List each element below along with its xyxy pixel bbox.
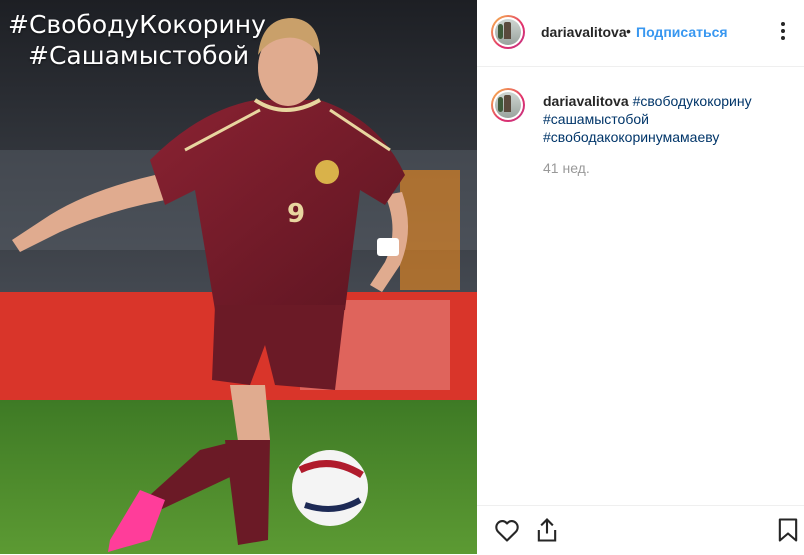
jersey-number: 9 <box>287 199 305 229</box>
avatar-image <box>495 92 521 118</box>
more-dots-icon[interactable] <box>778 20 788 44</box>
avatar-pillar-shape <box>504 95 511 112</box>
avatar-ring <box>493 90 523 120</box>
follow-button[interactable]: Подписаться <box>636 24 728 40</box>
more-dot <box>781 36 785 40</box>
hashtag-link[interactable]: #свободакокоринумамаеву <box>543 129 719 145</box>
more-dot <box>781 29 785 33</box>
avatar-tree-shape <box>498 97 503 112</box>
heart-icon[interactable] <box>493 516 521 544</box>
post-photo[interactable]: 9 #СвободуКокорину #Сашамыстобой <box>0 0 477 554</box>
more-dot <box>781 22 785 26</box>
caption-avatar[interactable] <box>491 88 525 122</box>
post-actions-bar <box>477 505 804 555</box>
header-separator: • <box>626 23 631 39</box>
avatar-pillar-shape <box>504 22 511 39</box>
share-icon[interactable] <box>533 516 561 544</box>
football-player-photo: 9 <box>0 0 477 554</box>
caption-username[interactable]: dariavalitova <box>543 93 629 109</box>
post-caption: dariavalitova #свободукокорину #сашамысто… <box>543 92 793 146</box>
photo-hashtag-line-2: #Сашамыстобой <box>28 41 250 70</box>
hashtag-link[interactable]: #свободукокорину <box>633 93 752 109</box>
header-username[interactable]: dariavalitova <box>541 24 627 40</box>
avatar-tree-shape <box>498 24 503 39</box>
post-timestamp[interactable]: 41 нед. <box>543 160 590 176</box>
hashtag-link[interactable]: #сашамыстобой <box>543 111 649 127</box>
avatar[interactable] <box>491 15 525 49</box>
post-header: dariavalitova • Подписаться <box>477 0 804 67</box>
post-side-panel: dariavalitova • Подписаться dariavalitov… <box>477 0 804 554</box>
avatar-image <box>495 19 521 45</box>
photo-hashtag-line-1: #СвободуКокорину <box>8 10 266 39</box>
avatar-ring <box>493 17 523 47</box>
bookmark-icon[interactable] <box>774 516 802 544</box>
